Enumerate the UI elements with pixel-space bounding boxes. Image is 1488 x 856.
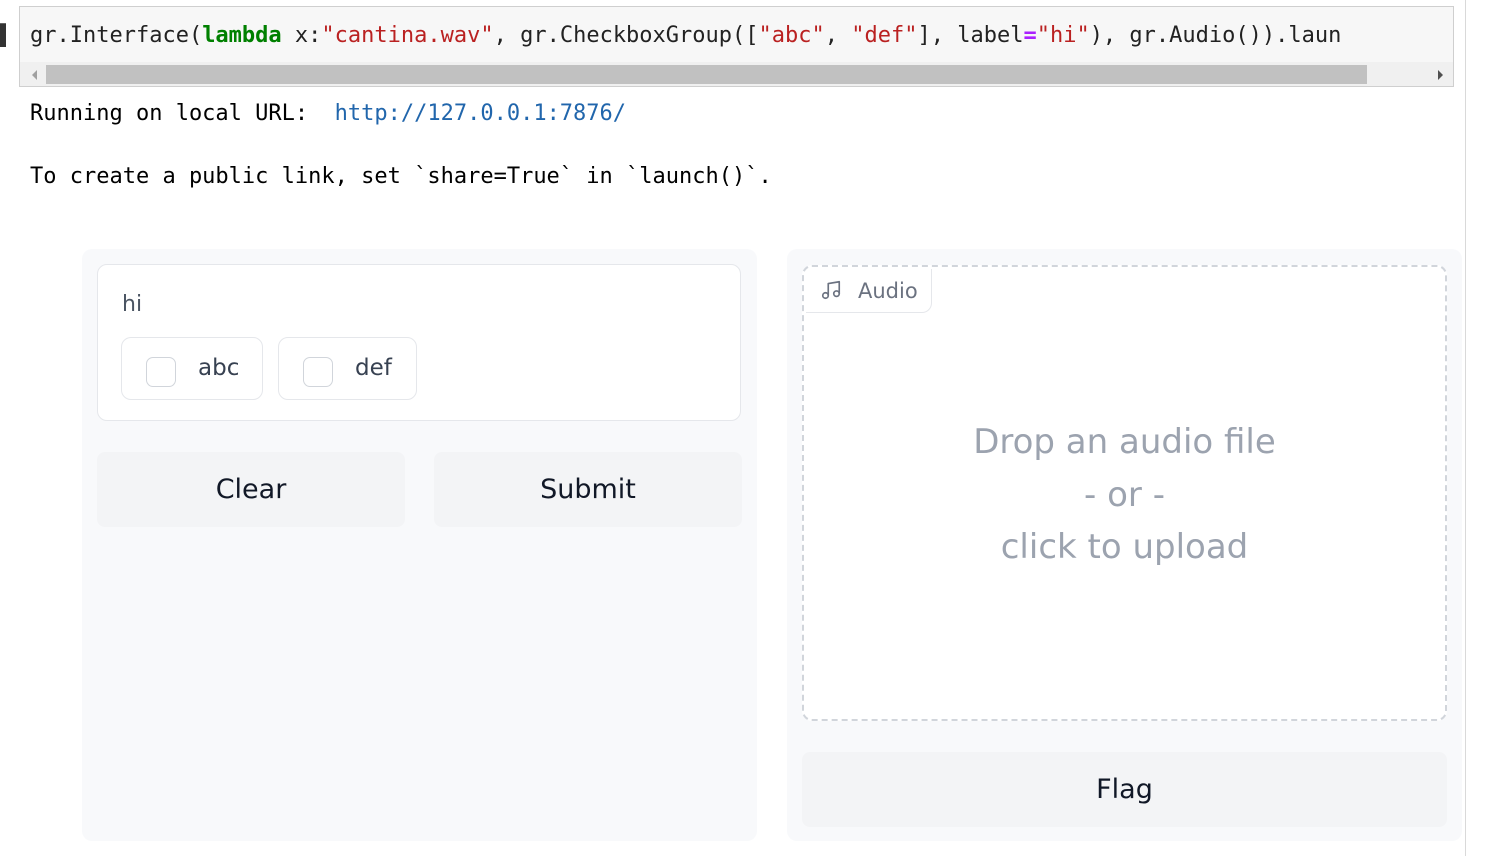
- checkbox-def[interactable]: [303, 357, 333, 387]
- code-token-plain: x:: [281, 23, 322, 48]
- page-edge-divider: [1465, 0, 1466, 856]
- cell-marker: ▌: [0, 23, 8, 47]
- code-token-plain: ], label: [917, 23, 1024, 48]
- inputs-panel: hi abc def Clear Submit: [82, 249, 757, 841]
- audio-label-tag: Audio: [806, 269, 932, 313]
- code-token-operator: =: [1023, 23, 1037, 48]
- music-note-icon: [821, 280, 841, 300]
- checkbox-option-label: def: [355, 355, 392, 381]
- drop-text-line-2: - or -: [1084, 475, 1165, 515]
- checkbox-abc[interactable]: [146, 357, 176, 387]
- checkbox-option-label: abc: [198, 355, 240, 381]
- scroll-left-arrow-icon[interactable]: [32, 70, 37, 80]
- code-token-plain: , gr.CheckboxGroup([: [493, 23, 759, 48]
- drop-text-line-1: Drop an audio file: [973, 422, 1276, 462]
- code-token-keyword: lambda: [202, 23, 282, 48]
- scroll-right-arrow-icon[interactable]: [1438, 70, 1443, 80]
- checkbox-option-abc[interactable]: abc: [121, 337, 263, 400]
- clear-button[interactable]: Clear: [97, 452, 405, 527]
- code-token-string: "cantina.wav": [321, 23, 494, 48]
- code-token-string: "hi": [1036, 23, 1090, 48]
- checkbox-option-def[interactable]: def: [278, 337, 417, 400]
- local-url-link[interactable]: http://127.0.0.1:7876/: [335, 101, 626, 126]
- flag-button[interactable]: Flag: [802, 752, 1447, 827]
- code-token-string: "def": [851, 23, 918, 48]
- code-cell[interactable]: gr.Interface(lambda x:"cantina.wav", gr.…: [19, 6, 1454, 87]
- scrollbar-thumb[interactable]: [46, 65, 1367, 84]
- share-hint: To create a public link, set `share=True…: [30, 164, 772, 189]
- code-token-string: "abc": [758, 23, 825, 48]
- outputs-panel: Audio Drop an audio file - or - click to…: [787, 249, 1462, 841]
- audio-upload-dropzone[interactable]: Audio Drop an audio file - or - click to…: [802, 265, 1447, 721]
- drop-text-line-3: click to upload: [1000, 527, 1249, 567]
- code-token-plain: ), gr.Audio()).laun: [1089, 23, 1342, 48]
- submit-button[interactable]: Submit: [434, 452, 742, 527]
- checkbox-group: hi abc def: [97, 264, 741, 421]
- code-token-plain: ,: [824, 23, 852, 48]
- checkbox-group-label: hi: [122, 292, 143, 317]
- code-token-plain: gr.Interface(: [30, 23, 203, 48]
- running-prefix: Running on local URL:: [30, 101, 335, 126]
- horizontal-scrollbar[interactable]: [20, 62, 1453, 86]
- audio-label: Audio: [858, 279, 918, 303]
- running-line: Running on local URL: http://127.0.0.1:7…: [30, 101, 626, 126]
- code-line[interactable]: gr.Interface(lambda x:"cantina.wav", gr.…: [30, 21, 1341, 51]
